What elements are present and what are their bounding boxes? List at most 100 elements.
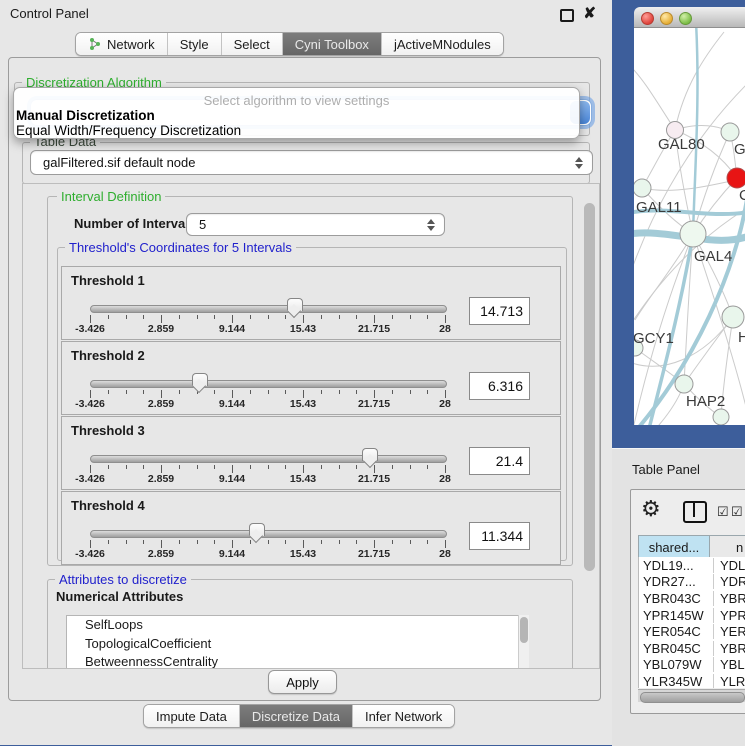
node-table-widget: ⚙ ☑ ☑ shared... n YDL19...YDL1YDR27...YD… [630,489,745,714]
slider-minor-tick [268,465,269,469]
network-graph: GAL80GACGAL11GAL4GCY1HHAP2 [634,27,745,425]
slider-minor-tick [285,390,286,394]
slider-track[interactable] [90,380,447,388]
tab-select[interactable]: Select [221,33,282,55]
column-layout-icon[interactable] [683,501,707,523]
threshold-value-field[interactable]: 11.344 [469,522,530,550]
attribute-list-item[interactable]: BetweennessCentrality [67,653,519,669]
slider-thumb[interactable] [287,298,303,311]
control-panel-window: Control Panel ✘ NetworkStyleSelectCyni T… [0,0,612,745]
threshold-value-field[interactable]: 14.713 [469,297,530,325]
network-node-gal4[interactable] [680,221,706,247]
tab-label: Select [234,37,270,52]
threshold-value-field[interactable]: 21.4 [469,447,530,475]
slider-major-tick [445,465,446,473]
network-window-titlebar[interactable] [634,7,745,28]
table-row[interactable]: YDR27...YDR2 [639,574,745,591]
slider-thumb[interactable] [362,448,378,461]
close-icon[interactable]: ✘ [583,4,596,22]
attribute-list-item[interactable]: TopologicalCoefficient [67,635,519,654]
zoom-traffic-light-icon[interactable] [679,12,692,25]
slider-track[interactable] [90,455,447,463]
tab-label: Cyni Toolbox [295,37,369,52]
panel-scrollbar[interactable] [583,190,596,660]
slider-minor-tick [108,465,109,469]
tab-cyni-toolbox[interactable]: Cyni Toolbox [282,33,381,55]
column-header-name[interactable]: n [710,536,745,558]
tab-impute-data[interactable]: Impute Data [144,705,239,727]
table-data-combobox[interactable]: galFiltered.sif default node [30,150,593,175]
network-node-hap2[interactable] [675,375,693,393]
node-label: H [738,329,745,346]
table-horizontal-scrollbar[interactable] [638,689,745,702]
table-row[interactable]: YBL079WYBL0 [639,657,745,674]
slider-track[interactable] [90,530,447,538]
thresholds-group-title: Threshold's Coordinates for 5 Intervals [65,240,296,255]
table-body[interactable]: YDL19...YDL1YDR27...YDR2YBR043CYBR0YPR14… [638,557,745,688]
slider-major-tick [445,315,446,323]
slider-minor-tick [126,390,127,394]
close-traffic-light-icon[interactable] [641,12,654,25]
slider-major-tick [161,315,162,323]
slider-minor-tick [410,390,411,394]
table-row[interactable]: YBR045CYBR0 [639,640,745,657]
slider-minor-tick [108,315,109,319]
table-row[interactable]: YPR145WYPR1 [639,607,745,624]
slider-thumb[interactable] [192,373,208,386]
network-node-h[interactable] [722,306,744,328]
node-label: HAP2 [686,393,725,410]
network-canvas[interactable]: GAL80GACGAL11GAL4GCY1HHAP2 [634,27,745,425]
dropdown-item-equal-width[interactable]: Equal Width/Frequency Discretization [16,123,241,138]
tab-label: Style [180,37,209,52]
tab-discretize-data[interactable]: Discretize Data [239,705,352,727]
slider-minor-tick [392,390,393,394]
cell-shared-name: YBR045C [639,641,714,656]
slider-thumb[interactable] [249,523,265,536]
network-node-c[interactable] [727,168,745,188]
table-row[interactable]: YBR043CYBR0 [639,590,745,607]
slider-minor-tick [339,390,340,394]
slider-track[interactable] [90,305,447,313]
apply-button[interactable]: Apply [268,670,337,694]
slider-tick-label: 2.859 [148,398,174,410]
slider-minor-tick [356,465,357,469]
slider-major-tick [90,390,91,398]
threshold-box-1: Threshold 1-3.4262.8599.14415.4321.71528… [61,266,561,340]
tab-style[interactable]: Style [167,33,221,55]
float-window-icon[interactable] [560,9,574,22]
minimize-traffic-light-icon[interactable] [660,12,673,25]
slider-tick-label: 21.715 [358,548,390,560]
slider-major-tick [161,465,162,473]
tab-jactivemnodules[interactable]: jActiveMNodules [381,33,503,55]
slider-minor-tick [143,540,144,544]
control-panel-tab-bar: Network Style Select Cyni Toolbox jActiveMNo… [75,32,504,56]
table-row[interactable]: YER054CYER0 [639,623,745,640]
slider-major-tick [374,540,375,548]
attributes-list-scrollbar[interactable] [518,615,529,669]
slider-major-tick [232,540,233,548]
table-row[interactable]: YDL19...YDL1 [639,557,745,574]
slider-minor-tick [410,465,411,469]
numerical-attributes-list[interactable]: SelfLoopsTopologicalCoefficientBetweenne… [66,615,520,669]
network-node-ga[interactable] [721,123,739,141]
tab-infer-network[interactable]: Infer Network [352,705,454,727]
slider-minor-tick [410,315,411,319]
threshold-value-field[interactable]: 6.316 [469,372,530,400]
slider-minor-tick [392,315,393,319]
select-all-icon[interactable]: ☑ [731,504,743,520]
network-node[interactable] [713,409,729,425]
table-row[interactable]: YLR345WYLR3 [639,673,745,688]
node-label: C [739,187,745,204]
cell-shared-name: YDR27... [639,574,714,589]
column-header-shared-name[interactable]: shared... [639,536,710,558]
slider-major-tick [161,390,162,398]
slider-tick-label: 9.144 [219,398,245,410]
slider-tick-label: 15.43 [290,473,316,485]
attribute-list-item[interactable]: SelfLoops [67,616,519,635]
select-columns-icon[interactable]: ☑ [717,504,729,520]
dropdown-item-manual[interactable]: Manual Discretization [16,108,155,123]
number-of-intervals-combobox[interactable]: 5 [186,213,445,236]
gear-icon[interactable]: ⚙ [641,496,661,522]
network-node-gal11[interactable] [634,179,651,197]
tab-network[interactable]: Network [76,33,167,55]
